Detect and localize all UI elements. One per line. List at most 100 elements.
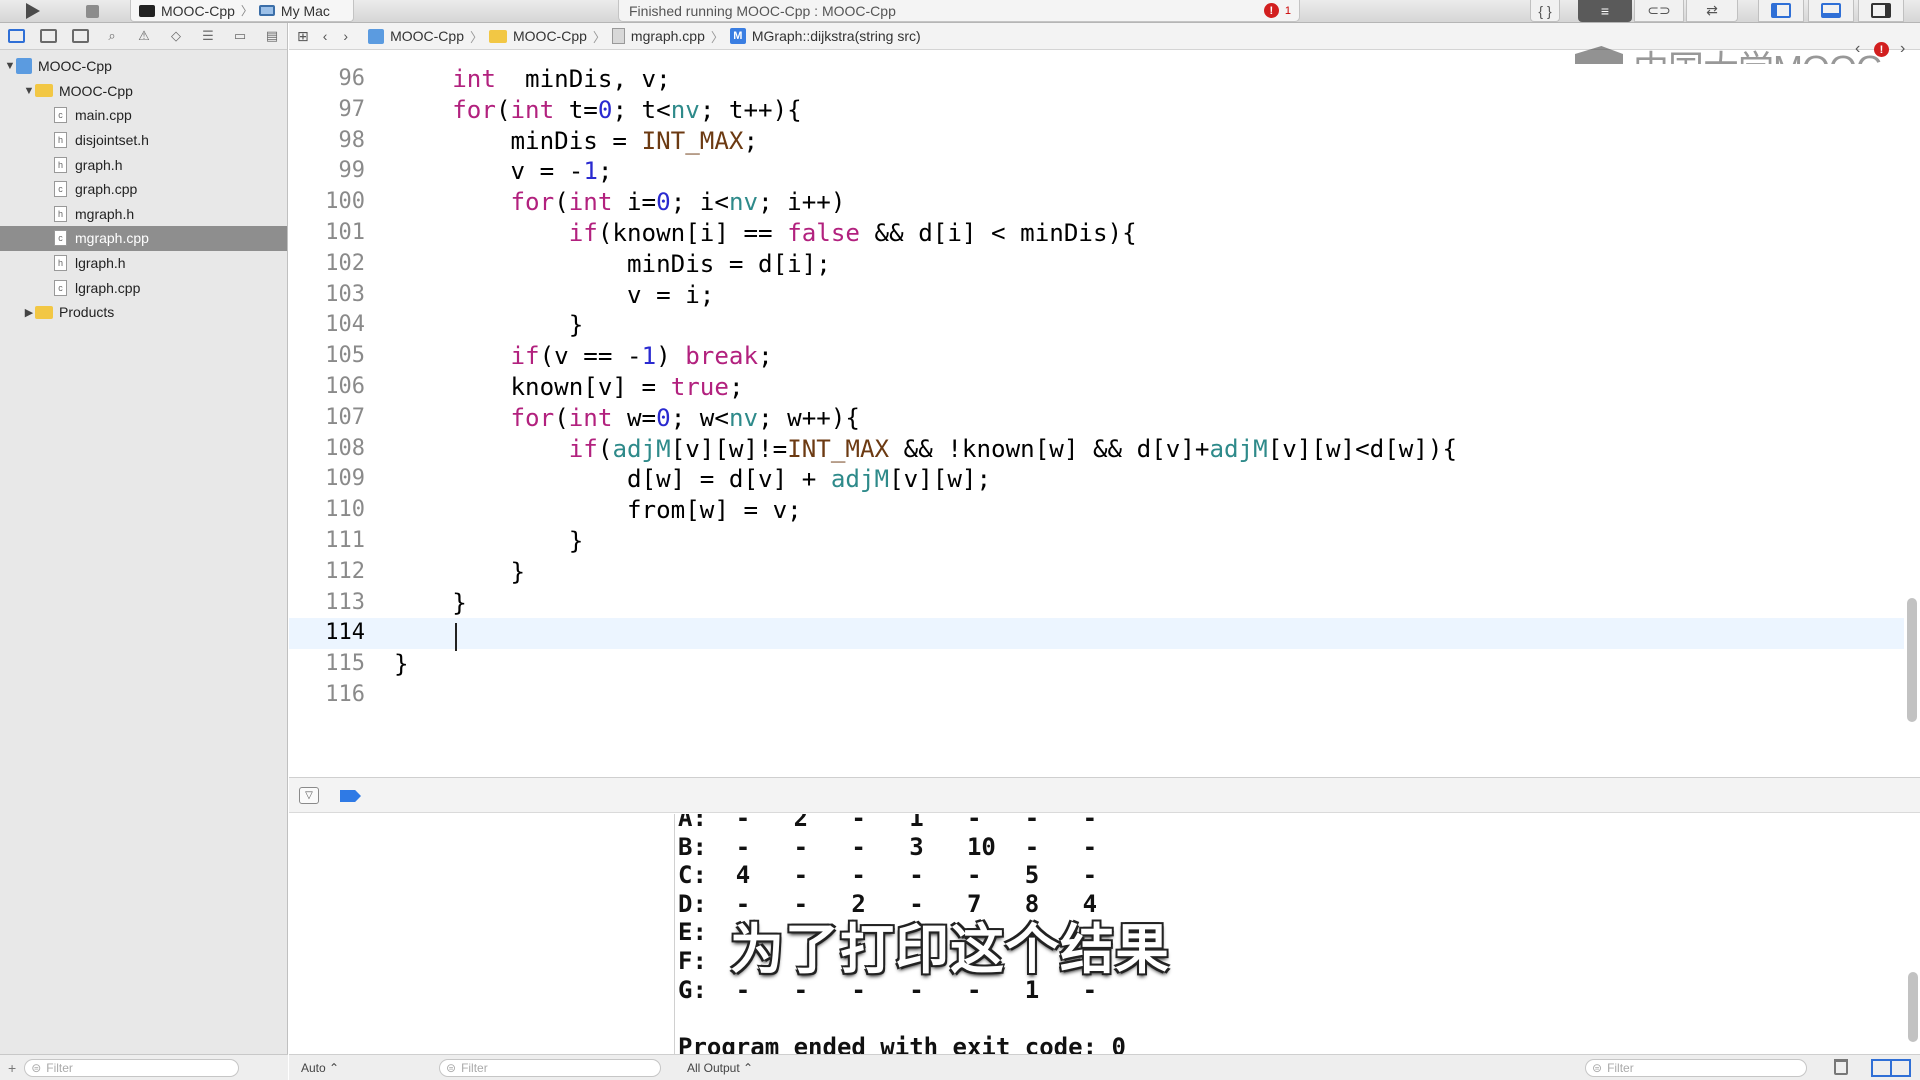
code-line[interactable]: 112 } [289, 557, 1904, 588]
debug-list-icon[interactable]: ☰ [198, 28, 218, 44]
code-line[interactable]: 108 if(adjM[v][w]!=INT_MAX && !known[w] … [289, 434, 1904, 465]
version-editor-button[interactable]: ⇄ [1686, 0, 1738, 22]
code-line[interactable]: 114 [289, 618, 1904, 650]
code-snippet-button[interactable]: { } [1530, 0, 1560, 22]
mac-icon [258, 5, 275, 16]
breakpoint-icon[interactable]: ▭ [230, 28, 250, 44]
scheme-selector[interactable]: MOOC-Cpp 〉 My Mac [130, 0, 354, 22]
disclosure-triangle-icon[interactable]: ▶ [23, 306, 35, 319]
console-filter-input[interactable]: ⊜ Filter [1585, 1059, 1807, 1077]
stop-button[interactable] [78, 0, 106, 22]
filter-icon: ⊜ [31, 1060, 42, 1075]
toolbar: MOOC-Cpp 〉 My Mac Finished running MOOC-… [0, 0, 1920, 23]
toggle-debug-area-button[interactable] [1808, 0, 1854, 22]
code-token: 0 [656, 403, 671, 432]
code-token: 0 [597, 95, 613, 124]
code-line[interactable]: 111 } [289, 526, 1904, 557]
next-issue-icon[interactable]: › [1900, 40, 1905, 58]
code-line[interactable]: 100 for(int i=0; i<nv; i++) [289, 187, 1904, 218]
breakpoints-toggle-icon[interactable] [340, 790, 361, 802]
code-line[interactable]: 102 minDis = d[i]; [289, 249, 1904, 280]
error-count: 1 [1284, 4, 1291, 17]
console-output-select[interactable]: All Output ⌃ [687, 1061, 753, 1075]
toggle-navigator-button[interactable] [1758, 0, 1804, 22]
file-tree-item[interactable]: c lgraph.cpp [0, 275, 287, 300]
console-scrollbar[interactable] [1908, 972, 1918, 1042]
related-items-icon[interactable]: ⊞ [297, 28, 309, 45]
run-button[interactable] [18, 0, 48, 22]
code-line[interactable]: 97 for(int t=0; t<nv; t++){ [289, 95, 1904, 126]
file-tree-item[interactable]: ▼ MOOC-Cpp [0, 79, 287, 104]
code-line[interactable]: 99 v = -1; [289, 156, 1904, 187]
line-number: 101 [325, 219, 365, 245]
warning-icon[interactable]: ⚠ [134, 28, 154, 44]
code-token: minDis, v; [495, 65, 671, 93]
hide-debug-area-button[interactable]: ▽ [299, 787, 319, 804]
variables-view [289, 814, 675, 1054]
source-editor[interactable]: 96 int minDis, v; 97 for(int t=0; t<nv; t… [289, 64, 1904, 776]
file-tree-item[interactable]: ▼ MOOC-Cpp [0, 54, 287, 79]
variables-filter-input[interactable]: ⊜ Filter [439, 1059, 661, 1077]
activity-error-indicator[interactable]: ! 1 [1263, 3, 1291, 18]
error-icon: ! [1263, 3, 1279, 18]
report-icon[interactable]: ▤ [262, 28, 282, 44]
code-text: } [394, 526, 584, 557]
code-line[interactable]: 105 if(v == -1) break; [289, 341, 1904, 372]
jump-bar-project[interactable]: MOOC-Cpp [368, 28, 464, 44]
code-line[interactable]: 96 int minDis, v; [289, 64, 1904, 95]
back-icon[interactable]: ‹ [323, 28, 328, 44]
variables-scope-select[interactable]: Auto ⌃ [301, 1061, 339, 1075]
jump-bar-file[interactable]: mgraph.cpp [611, 28, 705, 44]
code-line[interactable]: 106 known[v] = true; [289, 372, 1904, 403]
forward-icon[interactable]: › [343, 28, 348, 44]
editor-scrollbar[interactable] [1907, 598, 1917, 722]
toggle-utilities-button[interactable] [1858, 0, 1904, 22]
code-token: } [394, 650, 409, 679]
file-tree-item[interactable]: c mgraph.cpp [0, 226, 287, 251]
code-line[interactable]: 98 minDis = INT_MAX; [289, 126, 1904, 157]
add-icon[interactable]: + [8, 1060, 16, 1076]
disclosure-triangle-icon[interactable]: ▼ [4, 60, 16, 72]
trash-icon[interactable] [1834, 1059, 1848, 1075]
symbol-hierarchy-icon[interactable] [70, 28, 90, 44]
code-token: false [787, 218, 860, 247]
code-line[interactable]: 109 d[w] = d[v] + adjM[v][w]; [289, 464, 1904, 495]
assistant-editor-button[interactable]: ⊂⊃ [1634, 0, 1684, 22]
code-token: minDis = [510, 126, 642, 155]
line-number: 114 [325, 620, 365, 646]
console-filter-placeholder: Filter [1607, 1061, 1634, 1075]
file-tree-item[interactable]: c main.cpp [0, 103, 287, 128]
test-diamond-icon[interactable]: ◇ [166, 28, 186, 44]
file-tree-item[interactable]: h lgraph.h [0, 251, 287, 276]
code-line[interactable]: 113 } [289, 588, 1904, 619]
code-line[interactable]: 103 v = i; [289, 280, 1904, 311]
file-tree-item[interactable]: h graph.h [0, 152, 287, 177]
code-token: if [510, 342, 540, 371]
code-line[interactable]: 101 if(known[i] == false && d[i] < minDi… [289, 218, 1904, 249]
code-token: w= [612, 403, 657, 432]
file-tree-item[interactable]: c graph.cpp [0, 177, 287, 202]
code-text: minDis = d[i]; [394, 249, 831, 280]
console-line: B: - - - 3 10 - - [678, 832, 1098, 861]
split-view-button[interactable] [1871, 1059, 1911, 1077]
source-control-icon[interactable] [38, 28, 58, 44]
file-tree-item[interactable]: ▶ Products [0, 300, 287, 325]
code-line[interactable]: 110 from[w] = v; [289, 495, 1904, 526]
navigator-filter-input[interactable]: ⊜ Filter [24, 1058, 240, 1077]
jump-bar-symbol[interactable]: M MGraph::dijkstra(string src) [729, 28, 921, 44]
jump-bar-group[interactable]: MOOC-Cpp [489, 28, 587, 44]
code-token: if [568, 434, 598, 463]
code-token: } [510, 557, 526, 586]
code-line[interactable]: 115} [289, 649, 1904, 680]
search-icon[interactable]: ⌕ [102, 28, 122, 44]
disclosure-triangle-icon[interactable]: ▼ [23, 85, 35, 97]
code-line[interactable]: 104 } [289, 310, 1904, 341]
code-line[interactable]: 107 for(int w=0; w<nv; w++){ [289, 403, 1904, 434]
code-line[interactable]: 116 [289, 680, 1904, 711]
file-tree-item[interactable]: h mgraph.h [0, 202, 287, 227]
standard-editor-button[interactable]: ≡ [1578, 0, 1632, 22]
file-tree-item[interactable]: h disjointset.h [0, 128, 287, 153]
folder-icon[interactable] [6, 28, 26, 44]
